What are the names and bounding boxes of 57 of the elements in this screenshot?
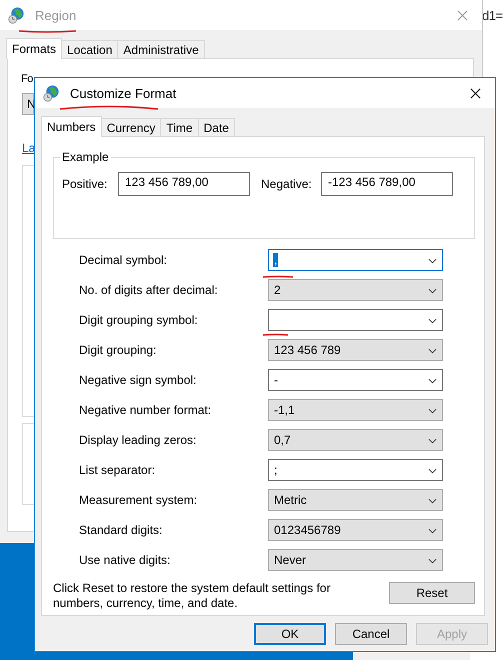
dropdown[interactable]: 0,7 — [268, 429, 443, 451]
chevron-down-icon — [428, 288, 437, 294]
field-label: Use native digits: — [78, 553, 172, 567]
dialog-button[interactable]: OK — [254, 623, 326, 645]
field-label: Fo — [21, 73, 33, 85]
dropdown[interactable]: , — [268, 249, 443, 271]
dropdown[interactable] — [268, 309, 443, 331]
chevron-down-icon — [428, 318, 437, 324]
dropdown[interactable]: 0123456789 — [268, 519, 443, 541]
underline-mark — [262, 276, 294, 278]
chevron-down-icon — [428, 348, 437, 354]
field-label: Negative number format: — [78, 403, 212, 417]
field-label: Digit grouping: — [78, 343, 158, 357]
background-text: d1= — [482, 8, 503, 23]
dropdown[interactable]: - — [268, 369, 443, 391]
tab[interactable]: Numbers — [41, 116, 102, 137]
field-label: Display leading zeros: — [78, 433, 198, 447]
tab[interactable]: Date — [198, 118, 235, 136]
globe-icon — [43, 84, 60, 102]
chevron-down-icon — [428, 258, 437, 264]
window-title: Customize Format — [70, 86, 178, 100]
field-label: Standard digits: — [78, 523, 164, 537]
field-label: Decimal symbol: — [78, 253, 168, 267]
underline-mark — [262, 334, 288, 336]
tab[interactable]: Currency — [100, 118, 162, 136]
tab[interactable]: Formats — [6, 38, 62, 59]
dialog-button[interactable]: Cancel — [335, 623, 407, 645]
close-icon[interactable] — [470, 88, 481, 98]
field-label: List separator: — [78, 463, 156, 477]
window-title: Region — [35, 8, 78, 22]
dropdown[interactable]: ; — [268, 459, 443, 481]
reset-button[interactable]: Reset — [389, 582, 475, 604]
reset-note: Click Reset to restore the system default settings for numbers, currency, time, and date. — [53, 581, 332, 611]
chevron-down-icon — [428, 438, 437, 444]
chevron-down-icon — [428, 408, 437, 414]
dropdown[interactable]: Metric — [268, 489, 443, 511]
chevron-down-icon — [428, 378, 437, 384]
field-label: Measurement system: — [78, 493, 198, 507]
dropdown[interactable]: -1,1 — [268, 399, 443, 421]
example-field: 123 456 789,00 — [118, 172, 250, 196]
chevron-down-icon — [428, 528, 437, 534]
chevron-down-icon — [428, 468, 437, 474]
dropdown[interactable]: Never — [268, 549, 443, 571]
underline-mark — [18, 30, 76, 33]
globe-icon — [8, 6, 25, 24]
dropdown[interactable]: 2 — [268, 279, 443, 301]
group-title: Example — [60, 150, 111, 164]
field-label: Positive: — [62, 177, 108, 191]
chevron-down-icon — [428, 558, 437, 564]
field-label: Negative sign symbol: — [78, 373, 198, 387]
dropdown[interactable]: 123 456 789 — [268, 339, 443, 361]
example-field: -123 456 789,00 — [321, 172, 453, 196]
field-label: Digit grouping symbol: — [78, 313, 199, 327]
tab[interactable]: Administrative — [117, 40, 205, 58]
field-label: Negative: — [261, 177, 313, 191]
field-label: No. of digits after decimal: — [78, 283, 219, 297]
chevron-down-icon — [428, 498, 437, 504]
